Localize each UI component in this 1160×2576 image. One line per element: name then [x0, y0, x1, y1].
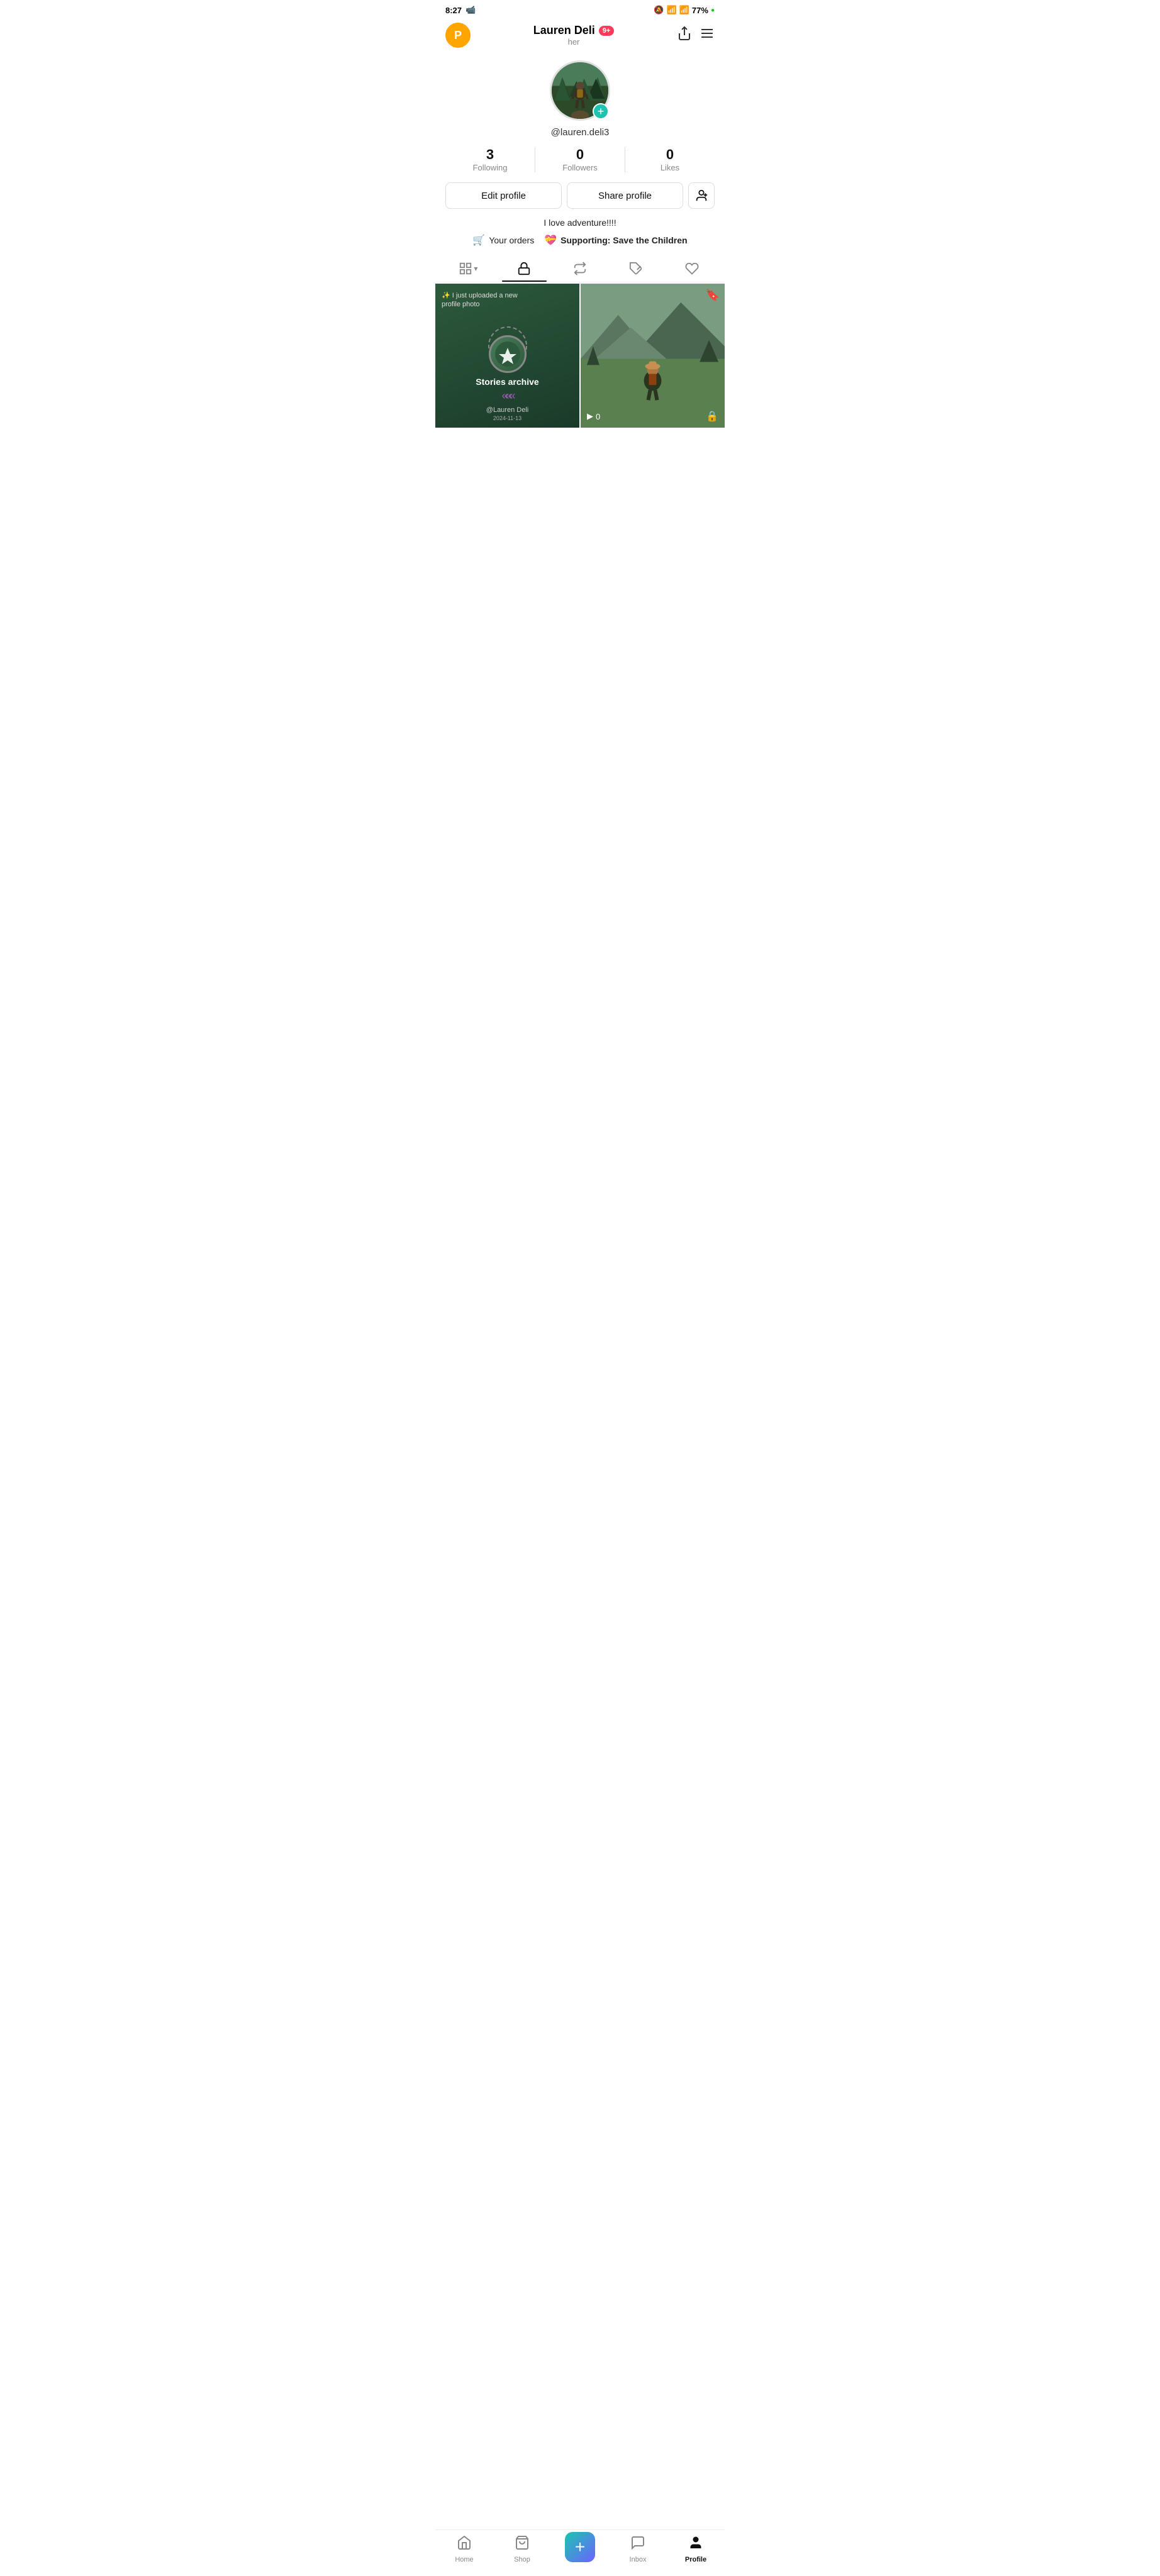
camera-icon: 📹	[466, 5, 476, 15]
play-icon: ▶	[587, 411, 593, 421]
stats-row: 3 Following 0 Followers 0 Likes	[445, 147, 715, 172]
video-card[interactable]: 🔖 ▶ 0 🔒	[581, 284, 725, 428]
edit-profile-button[interactable]: Edit profile	[445, 182, 562, 209]
home-label: Home	[455, 2556, 473, 2563]
tab-repost[interactable]	[552, 255, 608, 282]
shop-icon	[515, 2535, 530, 2554]
mute-icon: 🔕	[654, 5, 664, 15]
time-label: 8:27	[445, 6, 462, 15]
orders-label: Your orders	[489, 235, 534, 245]
content-grid: ✨ I just uploaded a newprofile photo Sto…	[435, 282, 725, 429]
signal-icon: 📶	[667, 5, 677, 15]
battery-dot: ●	[711, 7, 715, 14]
header-username: Lauren Deli 9+	[533, 24, 615, 37]
stories-username: @Lauren Deli	[486, 406, 528, 414]
video-card-inner: 🔖 ▶ 0 🔒	[581, 284, 725, 428]
inbox-label: Inbox	[630, 2556, 647, 2563]
avatar-add-btn[interactable]: +	[593, 103, 609, 119]
tab-lock[interactable]	[496, 255, 552, 282]
stories-avatar	[489, 335, 527, 373]
stat-following[interactable]: 3 Following	[445, 147, 535, 172]
stories-card-inner: ✨ I just uploaded a newprofile photo Sto…	[435, 284, 579, 428]
video-overlay: ▶ 0 🔒	[581, 410, 725, 423]
menu-icon-btn[interactable]	[700, 26, 715, 45]
stories-date: 2024-11-13	[493, 415, 521, 421]
profile-username: @lauren.deli3	[551, 127, 610, 138]
header-pronoun: her	[568, 37, 580, 47]
share-profile-button[interactable]: Share profile	[567, 182, 683, 209]
stories-upload-text: ✨ I just uploaded a newprofile photo	[442, 291, 518, 309]
video-lock-icon: 🔒	[706, 410, 718, 423]
tab-tagged[interactable]	[608, 255, 664, 282]
stories-arrows-icon: «««	[501, 389, 513, 402]
followers-count: 0	[576, 147, 584, 163]
profile-label: Profile	[685, 2556, 706, 2563]
shop-label: Shop	[514, 2556, 530, 2563]
tab-liked[interactable]	[664, 255, 720, 282]
create-plus-button[interactable]: +	[565, 2532, 595, 2562]
following-label: Following	[473, 163, 508, 172]
links-row: 🛒 Your orders 💝 Supporting: Save the Chi…	[445, 234, 715, 247]
wifi-icon: 📶	[679, 5, 689, 15]
notification-badge[interactable]: 9+	[599, 26, 615, 36]
header-center: Lauren Deli 9+ her	[533, 24, 615, 47]
header-right-icons	[677, 26, 715, 45]
likes-label: Likes	[661, 163, 679, 172]
play-count-value: 0	[596, 412, 600, 421]
nav-home[interactable]: Home	[435, 2535, 493, 2563]
stories-label-text: Stories archive	[476, 377, 538, 387]
bio-text: I love adventure!!!!	[544, 218, 616, 228]
battery-label: 77%	[692, 6, 708, 15]
share-icon-btn[interactable]	[677, 26, 692, 45]
following-count: 3	[486, 147, 494, 163]
profile-section: + @lauren.deli3 3 Following 0 Followers …	[435, 53, 725, 255]
video-play-count: ▶ 0	[587, 411, 600, 421]
content-tabs: ▾	[435, 255, 725, 282]
home-icon	[457, 2535, 472, 2554]
heart-icon: 💝	[544, 234, 557, 247]
tab-grid[interactable]: ▾	[440, 255, 496, 282]
followers-label: Followers	[562, 163, 598, 172]
status-bar: 8:27 📹 🔕 📶 📶 77% ●	[435, 0, 725, 18]
stat-likes[interactable]: 0 Likes	[625, 147, 715, 172]
add-friend-button[interactable]	[688, 182, 715, 209]
tab-grid-arrow: ▾	[474, 264, 477, 273]
profile-icon	[688, 2535, 703, 2554]
stories-archive-card[interactable]: ✨ I just uploaded a newprofile photo Sto…	[435, 284, 579, 428]
cart-icon: 🛒	[472, 234, 485, 247]
nav-create[interactable]: +	[551, 2537, 609, 2562]
likes-count: 0	[666, 147, 674, 163]
profile-logo-btn[interactable]: P	[445, 23, 471, 48]
top-header: P Lauren Deli 9+ her	[435, 18, 725, 53]
bottom-navigation: Home Shop + Inbox Profile	[435, 2529, 725, 2576]
nav-profile[interactable]: Profile	[667, 2535, 725, 2563]
video-bookmark-icon: 🔖	[706, 289, 720, 302]
nav-inbox[interactable]: Inbox	[609, 2535, 667, 2563]
stat-followers[interactable]: 0 Followers	[535, 147, 625, 172]
charity-link[interactable]: 💝 Supporting: Save the Children	[544, 234, 687, 247]
action-buttons-row: Edit profile Share profile	[445, 182, 715, 209]
nav-shop[interactable]: Shop	[493, 2535, 551, 2563]
status-time: 8:27 📹	[445, 5, 476, 15]
status-indicators: 🔕 📶 📶 77% ●	[654, 5, 715, 15]
inbox-icon	[630, 2535, 645, 2554]
orders-link[interactable]: 🛒 Your orders	[472, 234, 534, 247]
charity-label: Supporting: Save the Children	[560, 235, 687, 245]
avatar-container[interactable]: +	[550, 60, 610, 121]
